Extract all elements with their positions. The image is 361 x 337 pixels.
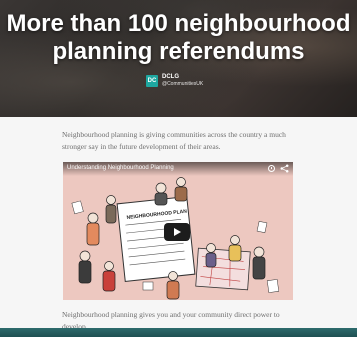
account-handle: @CommunitiesUK (162, 81, 204, 87)
play-icon[interactable] (164, 223, 190, 241)
share-icon[interactable] (280, 164, 289, 173)
video-title-bar: Understanding Neighbourhood Planning (63, 162, 293, 176)
page-frame: More than 100 neighbourhood planning ref… (0, 0, 361, 337)
map-sheet (195, 247, 251, 291)
account-name: DCLG (162, 74, 179, 80)
article-body: Neighbourhood planning is giving communi… (0, 117, 357, 337)
clock-icon[interactable] (268, 165, 275, 172)
page-title-line-2: planning referendums (52, 38, 305, 65)
account-badge[interactable]: DC DCLG @CommunitiesUK (146, 74, 203, 88)
bottom-bar (0, 328, 357, 337)
page-title-line-1: More than 100 neighbourhood (6, 10, 351, 37)
page-title: More than 100 neighbourhood planning ref… (0, 10, 357, 66)
dclg-logo-icon: DC (146, 75, 158, 87)
video-player[interactable]: NEIGHBOURHOOD PLAN Understanding Neighbo… (63, 162, 293, 300)
account-info: DCLG @CommunitiesUK (162, 74, 203, 88)
intro-paragraph: Neighbourhood planning is giving communi… (62, 130, 286, 151)
hero-banner: More than 100 neighbourhood planning ref… (0, 0, 357, 117)
video-title[interactable]: Understanding Neighbourhood Planning (67, 165, 174, 171)
